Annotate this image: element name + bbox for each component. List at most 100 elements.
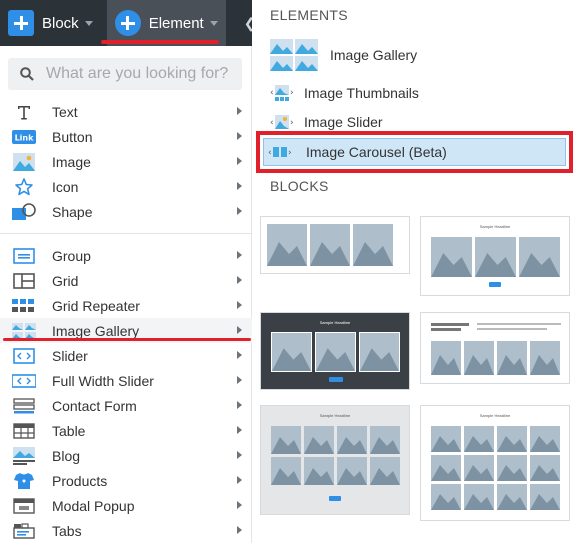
svg-text:›: › — [288, 148, 292, 158]
chevron-right-icon — [237, 132, 242, 140]
mountain-thumb — [464, 426, 494, 452]
element-image-gallery[interactable]: Image Gallery — [270, 39, 417, 71]
mountain-thumb — [310, 224, 350, 266]
tabs-icon — [12, 522, 36, 540]
block-template-6[interactable]: Sample Headline — [420, 405, 570, 521]
menu-item-shape[interactable]: Shape — [0, 199, 252, 224]
svg-text:‹: ‹ — [270, 118, 274, 128]
svg-text:›: › — [290, 88, 294, 98]
chevron-right-icon — [237, 182, 242, 190]
menu-item-full-width-slider[interactable]: Full Width Slider — [0, 368, 252, 393]
search-box[interactable] — [8, 58, 242, 90]
menu-item-label: Modal Popup — [52, 497, 135, 514]
block-template-1[interactable] — [260, 216, 410, 274]
block-thumbnail-grid — [431, 426, 561, 510]
chevron-right-icon — [237, 526, 242, 534]
plus-circle-icon — [114, 10, 141, 36]
block-button[interactable]: Block — [0, 0, 101, 46]
blocks-section-title: BLOCKS — [270, 178, 329, 194]
menu-item-modal-popup[interactable]: Modal Popup — [0, 493, 252, 518]
block-button-sample — [329, 377, 343, 382]
mountain-thumb — [271, 457, 301, 485]
menu-item-slider[interactable]: Slider — [0, 343, 252, 368]
mountain-thumb — [267, 224, 307, 266]
menu-item-label: Products — [52, 472, 108, 489]
menu-item-label: Tabs — [52, 522, 82, 539]
menu-item-icon[interactable]: Icon — [0, 174, 252, 199]
mountain-thumb — [304, 457, 334, 485]
mountain-thumb — [530, 484, 560, 510]
block-headline: Sample Headline — [319, 413, 351, 418]
menu-item-tabs[interactable]: Tabs — [0, 518, 252, 543]
svg-text:‹: ‹ — [270, 88, 274, 98]
menu-group-advanced: Group Grid Grid Repeater Image Gallery Slide… — [0, 243, 252, 543]
button-icon: Link — [12, 128, 36, 146]
mountain-thumb — [431, 237, 472, 277]
mountain-thumb — [497, 484, 527, 510]
menu-item-products[interactable]: Products — [0, 468, 252, 493]
chevron-right-icon — [237, 276, 242, 284]
block-headline: Sample Headline — [319, 320, 351, 325]
mountain-thumb — [359, 332, 400, 372]
block-template-4[interactable] — [420, 312, 570, 384]
table-icon — [12, 422, 36, 440]
caret-down-icon — [209, 20, 218, 26]
block-button-sample — [489, 282, 501, 287]
chevron-right-icon — [237, 426, 242, 434]
elements-section-title: ELEMENTS — [270, 7, 348, 23]
chevron-right-icon — [237, 251, 242, 259]
element-image-carousel[interactable]: ‹ › Image Carousel (Beta) — [263, 138, 566, 166]
menu-item-table[interactable]: Table — [0, 418, 252, 443]
image-gallery-highlight — [3, 338, 251, 341]
block-thumbnail-row — [267, 224, 393, 266]
text-icon — [12, 103, 36, 121]
block-text-line — [431, 328, 461, 331]
chevron-right-icon — [237, 501, 242, 509]
element-image-slider[interactable]: ‹ › Image Slider — [270, 113, 383, 131]
menu-item-button[interactable]: Link Button — [0, 124, 252, 149]
element-image-thumbnails[interactable]: ‹ › Image Thumbnails — [270, 84, 419, 102]
menu-item-label: Group — [52, 247, 91, 264]
contact-form-icon — [12, 397, 36, 415]
plus-icon — [8, 10, 34, 36]
block-button-label: Block — [42, 14, 79, 32]
star-icon — [12, 177, 36, 196]
mountain-thumb — [370, 457, 400, 485]
block-template-3[interactable]: Sample Headline — [260, 312, 410, 390]
mountain-thumb — [497, 341, 527, 375]
menu-item-label: Image Gallery — [52, 322, 140, 339]
products-icon — [12, 472, 36, 490]
image-carousel-icon: ‹ › — [268, 147, 292, 158]
image-gallery-icon — [12, 322, 36, 340]
menu-divider — [0, 233, 252, 234]
menu-item-label: Image — [52, 153, 91, 170]
svg-text:Link: Link — [15, 133, 35, 142]
svg-text:‹: ‹ — [268, 148, 272, 158]
menu-item-image[interactable]: Image — [0, 149, 252, 174]
mountain-thumb — [304, 426, 334, 454]
menu-item-grid-repeater[interactable]: Grid Repeater — [0, 293, 252, 318]
mountain-thumb — [497, 455, 527, 481]
menu-item-group[interactable]: Group — [0, 243, 252, 268]
element-label: Image Thumbnails — [304, 85, 419, 101]
block-template-2[interactable]: Sample Headline — [420, 216, 570, 296]
element-label: Image Carousel (Beta) — [306, 144, 447, 160]
chevron-right-icon — [237, 451, 242, 459]
chevron-right-icon — [237, 351, 242, 359]
menu-item-label: Grid — [52, 272, 79, 289]
block-template-5[interactable]: Sample Headline — [260, 405, 410, 515]
mountain-thumb — [271, 332, 312, 372]
block-thumbnail-grid — [271, 426, 401, 485]
mountain-thumb — [497, 426, 527, 452]
mountain-thumb — [431, 341, 461, 375]
menu-item-text[interactable]: Text — [0, 99, 252, 124]
block-button-sample — [329, 496, 341, 501]
search-input[interactable] — [46, 65, 236, 83]
menu-item-label: Full Width Slider — [52, 372, 154, 389]
mountain-thumb — [464, 484, 494, 510]
menu-item-blog[interactable]: Blog — [0, 443, 252, 468]
menu-item-grid[interactable]: Grid — [0, 268, 252, 293]
mountain-thumb — [431, 455, 461, 481]
menu-item-contact-form[interactable]: Contact Form — [0, 393, 252, 418]
chevron-right-icon — [237, 376, 242, 384]
